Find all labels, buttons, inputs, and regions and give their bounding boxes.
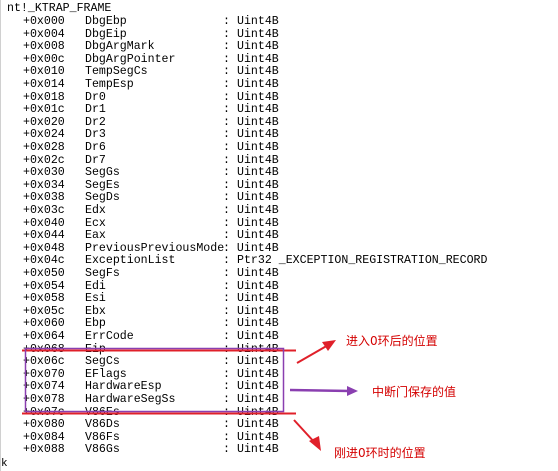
- purple-box: [24, 347, 285, 413]
- annotation-interrupt-gate-saved: 中断门保存的值: [372, 385, 457, 399]
- purple-arrow-head: [347, 386, 358, 396]
- red-arrow-top-head: [322, 340, 336, 351]
- red-arrow-top-shaft: [296, 343, 331, 364]
- annotation-just-entered-ring0: 刚进0环时的位置: [334, 446, 426, 460]
- annotation-enter-ring0-after: 进入0环后的位置: [346, 334, 438, 348]
- purple-arrow-shaft: [289, 388, 351, 393]
- annotation-overlay: [22, 340, 358, 451]
